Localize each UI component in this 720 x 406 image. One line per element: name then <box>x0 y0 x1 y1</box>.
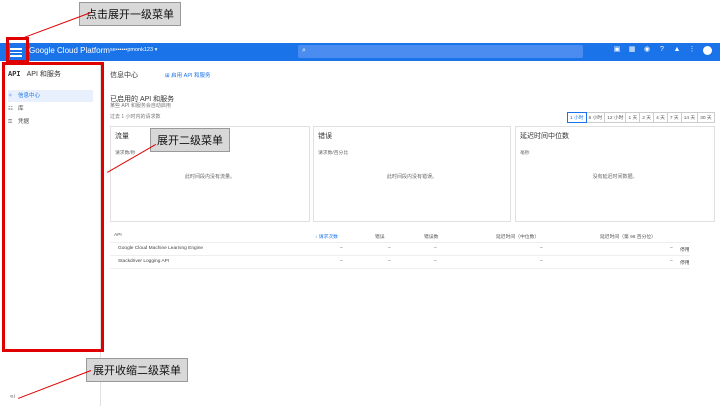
section-subtitle: 某些 API 和服务会自动启用 <box>110 103 171 109</box>
highlight-sidebar <box>2 62 104 352</box>
project-selector[interactable]: se••••••pmonk123 ▾ <box>110 47 157 53</box>
card-title: 错误 <box>318 133 332 140</box>
api-name[interactable]: Google Cloud Machine Learning Engine <box>118 246 203 251</box>
table-row[interactable]: Stackdriver Logging API – – – – – 停用 <box>110 256 690 269</box>
notifications-icon[interactable]: ▲ <box>673 46 681 54</box>
time-range-selector: 1 小时 6 小时 12 小时 1 天 2 天 4 天 7 天 14 天 30 … <box>567 112 715 123</box>
latency-median-value: – <box>540 259 543 264</box>
range-label: 过去 1 小时内的请求数 <box>110 114 161 120</box>
card-subtitle: 请求数/秒 <box>115 151 136 156</box>
requests-value: – <box>340 246 343 251</box>
card-title: 延迟时间中位数 <box>520 133 569 140</box>
requests-value: – <box>340 259 343 264</box>
api-name[interactable]: Stackdriver Logging API <box>118 259 169 264</box>
console-icon[interactable]: ▦ <box>628 46 636 54</box>
error-rate-value: – <box>434 259 437 264</box>
table-header: API ↓ 请求次数 错误 错误数 延迟时间（中位数） 延迟时间（第 98 百分… <box>110 230 690 243</box>
card-subtitle: 毫秒 <box>520 151 530 156</box>
latency-card: 延迟时间中位数 毫秒 没有延迟时间数据。 <box>515 126 715 222</box>
time-range-7d[interactable]: 7 天 <box>666 112 682 123</box>
col-latency-p98[interactable]: 延迟时间（第 98 百分位） <box>600 233 656 240</box>
search-icon: ⌕ <box>302 47 306 54</box>
latency-p98-value: – <box>670 259 673 264</box>
card-empty-message: 此时间段内没有错误。 <box>386 174 437 180</box>
disable-link[interactable]: 停用 <box>680 259 690 266</box>
callout-expand-first-level: 点击展开一级菜单 <box>79 2 181 26</box>
time-range-4d[interactable]: 4 天 <box>653 112 668 123</box>
search-input[interactable]: ⌕ <box>298 45 583 58</box>
collapse-sidebar-icon[interactable]: «ı <box>10 394 15 400</box>
latency-median-value: – <box>540 246 543 251</box>
error-rate-value: – <box>434 246 437 251</box>
api-table: API ↓ 请求次数 错误 错误数 延迟时间（中位数） 延迟时间（第 98 百分… <box>110 230 690 269</box>
page-title: 信息中心 <box>110 72 138 79</box>
table-row[interactable]: Google Cloud Machine Learning Engine – –… <box>110 243 690 256</box>
support-icon[interactable]: ◉ <box>643 46 651 54</box>
col-errors[interactable]: 错误 <box>375 233 385 240</box>
enable-api-label: 启用 API 和服务 <box>171 73 211 79</box>
time-range-12h[interactable]: 12 小时 <box>604 112 627 123</box>
disable-link[interactable]: 停用 <box>680 246 690 253</box>
time-range-1d[interactable]: 1 天 <box>625 112 641 123</box>
topbar-actions: ▣ ▦ ◉ ? ▲ ⋮ <box>613 46 712 55</box>
gift-icon[interactable]: ▣ <box>613 46 621 54</box>
time-range-14d[interactable]: 14 天 <box>680 112 699 123</box>
help-icon[interactable]: ? <box>658 46 666 54</box>
time-range-6h[interactable]: 6 小时 <box>585 112 606 123</box>
card-empty-message: 此时间段内没有流量。 <box>184 174 235 180</box>
callout-expand-collapse-second-level: 展开收缩二级菜单 <box>86 358 188 382</box>
time-range-1h[interactable]: 1 小时 <box>567 112 587 123</box>
brand-logo[interactable]: Google Cloud Platform <box>29 46 110 55</box>
enable-api-button[interactable]: ⊞ 启用 API 和服务 <box>165 71 211 79</box>
callout-expand-second-level: 展开二级菜单 <box>150 128 230 152</box>
card-title: 流量 <box>115 133 129 140</box>
avatar[interactable] <box>703 46 712 55</box>
col-requests[interactable]: ↓ 请求次数 <box>315 233 338 240</box>
latency-p98-value: – <box>670 246 673 251</box>
card-empty-message: 没有延迟时间数据。 <box>592 174 638 180</box>
time-range-2d[interactable]: 2 天 <box>639 112 655 123</box>
card-subtitle: 请求数/百分比 <box>318 151 349 156</box>
highlight-hamburger <box>6 37 29 63</box>
errors-value: – <box>388 259 391 264</box>
col-error-rate[interactable]: 错误数 <box>424 233 438 240</box>
col-latency-median[interactable]: 延迟时间（中位数） <box>496 233 539 240</box>
errors-value: – <box>388 246 391 251</box>
errors-card: 错误 请求数/百分比 此时间段内没有错误。 <box>313 126 511 222</box>
time-range-30d[interactable]: 30 天 <box>697 112 715 123</box>
more-icon[interactable]: ⋮ <box>688 46 696 54</box>
col-api: API <box>114 233 122 238</box>
